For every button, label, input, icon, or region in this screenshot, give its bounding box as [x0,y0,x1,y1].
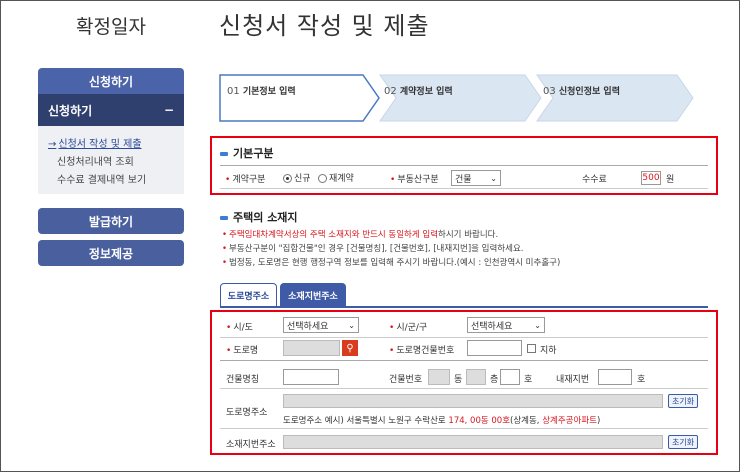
sidebar-apply-open[interactable]: 신청하기 − [38,94,184,126]
ho-input[interactable] [500,369,520,385]
section-bar-icon [220,152,228,156]
sidebar-apply-open-label: 신청하기 [48,103,93,118]
sidebar-item-application-write[interactable]: → 신청서 작성 및 제출 [48,136,184,154]
dong-input[interactable] [428,369,450,385]
floor-unit: 층 [490,375,499,385]
chevron-down-icon: ⌄ [534,320,541,330]
sidebar-info-button[interactable]: 정보제공 [38,240,184,266]
reset-button[interactable]: 초기화 [668,394,699,408]
sidebar-item-fee-history[interactable]: 수수료 결제내역 보기 [48,172,184,190]
collapse-icon[interactable]: − [164,103,174,117]
floor-input[interactable] [466,369,486,385]
chevron-down-icon: ⌄ [348,320,355,330]
chevron-down-icon: ⌄ [490,173,497,183]
basement-checkbox[interactable] [527,344,536,353]
note-2: • 부동산구분이 "집합건물"인 경우 [건물명칭], [건물번호], [내재지번… [222,244,524,254]
step-1: 01 기본정보 입력 [227,86,296,97]
inner-lot-label: 내재지번 [556,375,590,385]
sidebar-item-status-inquiry[interactable]: 신청처리내역 조회 [48,154,184,172]
inner-lot-input[interactable] [598,369,632,385]
fee-label: 수수료 [582,175,607,185]
search-icon[interactable]: ⚲ [342,340,358,356]
radio-icon[interactable] [318,174,327,183]
basement-label: 지하 [540,346,557,356]
row-divider [220,388,708,389]
note-3: • 법정동, 도로명은 현행 행정구역 정보를 입력해 주시기 바랍니다.(예시 … [222,258,561,268]
radio-icon[interactable] [283,174,292,183]
inner-ho-unit: 호 [637,375,646,385]
sidebar: 신청하기 신청하기 − → 신청서 작성 및 제출 신청처리내역 조회 수수료 결… [38,68,184,266]
property-type-select[interactable]: 건물 ⌄ [451,170,501,186]
sido-label: • 시/도 [226,323,253,333]
row-divider [220,360,708,361]
road-label: • 도로명 [226,346,259,356]
address-notes: • 주택임대차계약서상의 주택 소재지와 반드시 동일하게 입력하시기 바랍니다.… [222,228,560,270]
building-number-label: 건물번호 [389,375,423,385]
contract-type-radio-new[interactable]: 신규 [283,171,311,184]
sidebar-apply-header[interactable]: 신청하기 [38,68,184,94]
row-divider [220,337,708,338]
reset-button-lot[interactable]: 초기화 [668,435,699,449]
tab-underline [220,306,708,308]
road-address-label: 도로명주소 [226,408,268,418]
lot-address-input[interactable] [283,435,663,449]
tab-road-address[interactable]: 도로명주소 [220,283,277,307]
fee-unit: 원 [666,175,675,185]
page-title: 신청서 작성 및 제출 [219,12,430,40]
sidebar-issue-button[interactable]: 발급하기 [38,208,184,234]
row-divider [220,428,708,429]
sigungu-label: • 시/군/구 [389,323,428,333]
contract-type-label: • 계약구분 [225,175,266,185]
section-bar-icon [220,216,228,220]
step-3: 03 신청인정보 입력 [543,86,620,97]
steps-arrows [219,74,694,122]
contract-type-radio-renew[interactable]: 재계약 [318,171,354,184]
app-title: 확정일자 [76,16,146,38]
road-address-input[interactable] [283,394,663,408]
property-type-label: • 부동산구분 [390,175,439,185]
section-title-address: 주택의 소재지 [220,209,298,225]
progress-steps: 01 기본정보 입력 02 계약정보 입력 03 신청인정보 입력 [219,74,695,122]
road-address-example: 도로명주소 예시) 서울특별시 노원구 수락산로 174, 00동 00호(상계… [283,416,601,426]
ho-unit: 호 [524,375,533,385]
section-title-basic: 기본구분 [220,145,273,161]
lot-address-label: 소재지번주소 [226,440,276,450]
building-name-label: 건물명칭 [226,375,260,385]
road-input[interactable] [283,340,340,356]
fee-value: 500 [641,171,661,185]
sidebar-submenu: → 신청서 작성 및 제출 신청처리내역 조회 수수료 결제내역 보기 [38,126,184,194]
building-name-input[interactable] [283,369,339,385]
sido-select[interactable]: 선택하세요 ⌄ [283,317,359,333]
arrow-right-icon: → [48,139,57,150]
note-1: • 주택임대차계약서상의 주택 소재지와 반드시 동일하게 입력하시기 바랍니다. [222,230,499,240]
road-building-no-label: • 도로명건물번호 [389,346,455,356]
step-2: 02 계약정보 입력 [384,86,453,97]
sigungu-select[interactable]: 선택하세요 ⌄ [467,317,545,333]
road-building-no-input[interactable] [467,340,522,356]
tab-lot-address[interactable]: 소재지번주소 [280,283,346,307]
dong-unit: 동 [454,375,463,385]
